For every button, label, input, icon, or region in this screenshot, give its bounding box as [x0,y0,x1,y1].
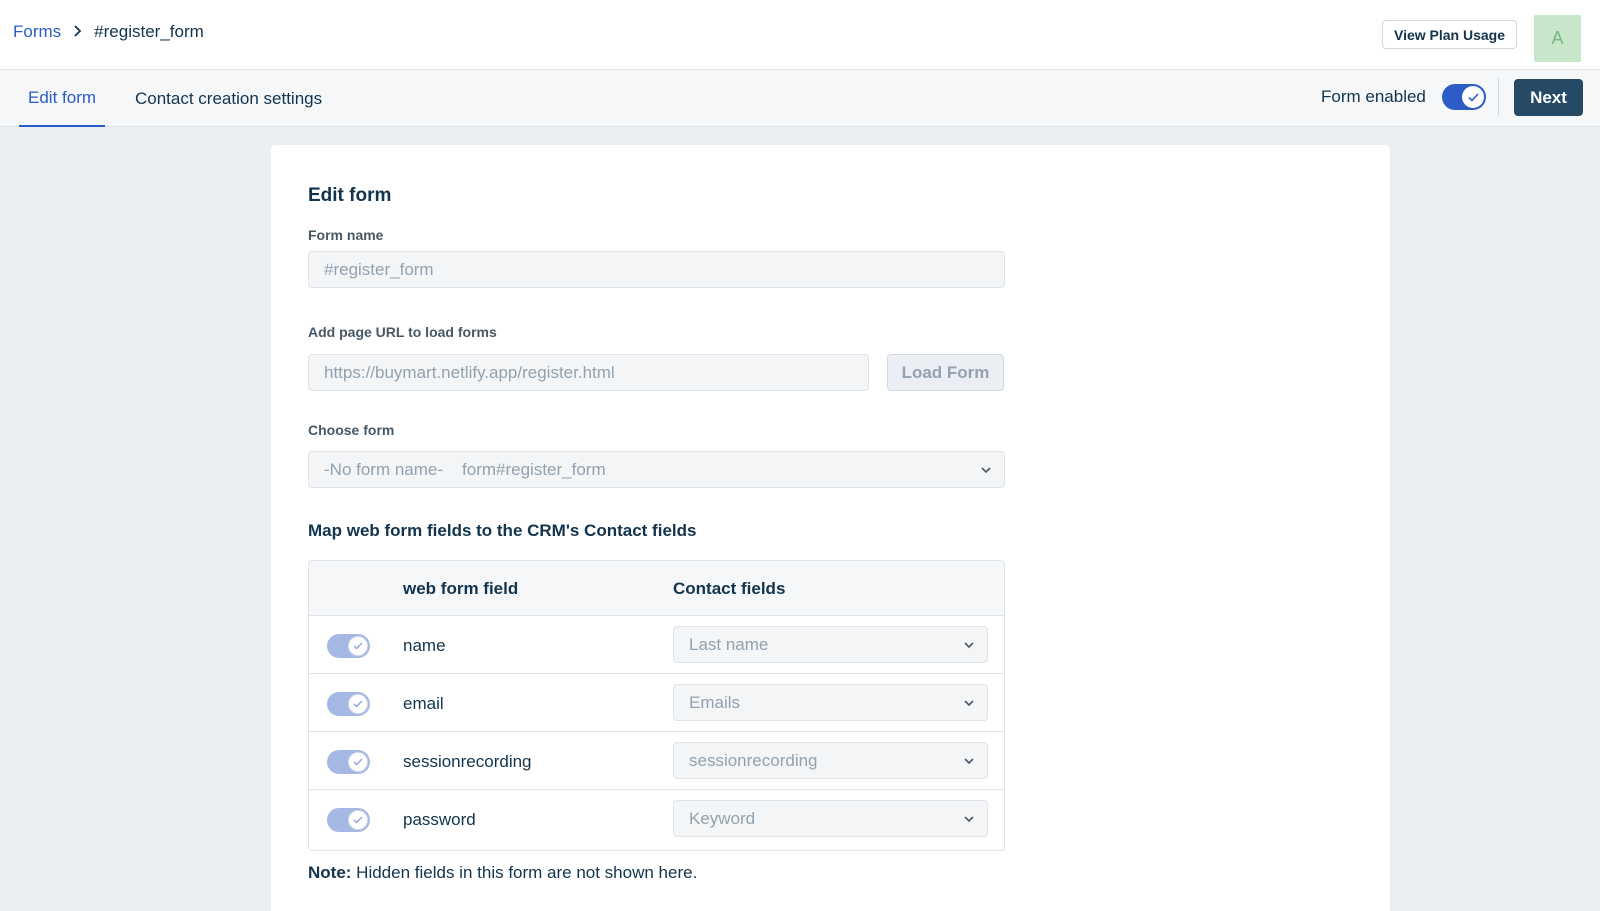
contact-field-select[interactable]: Keyword [673,800,988,837]
web-form-field-name: password [403,810,476,829]
top-bar: Forms #register_form View Plan Usage A [0,0,1600,70]
table-row: sessionrecording sessionrecording [309,732,1004,790]
contact-field-value: Emails [689,692,741,712]
tab-bar: Edit form Contact creation settings Form… [0,70,1600,127]
choose-form-select[interactable]: -No form name- form#register_form [308,451,1005,488]
check-icon [348,752,368,772]
choose-form-name: -No form name- [324,459,444,479]
table-header: web form field Contact fields [309,561,1004,616]
check-icon [348,636,368,656]
contact-field-value: Keyword [689,808,756,828]
form-name-label: Form name [308,227,384,243]
check-icon [1462,86,1484,108]
breadcrumb: Forms #register_form [13,22,204,42]
field-enable-toggle[interactable] [327,634,370,658]
chevron-right-icon [73,24,82,40]
form-enabled-toggle[interactable] [1442,84,1486,110]
chevron-down-icon [963,810,975,828]
divider [1498,78,1499,116]
col-web-form-field: web form field [403,579,519,598]
web-form-field-name: name [403,636,446,655]
col-contact-fields: Contact fields [673,579,786,598]
table-row: password Keyword [309,790,1004,848]
edit-form-card: Edit form Form name #register_form Add p… [271,145,1390,911]
url-label: Add page URL to load forms [308,324,497,340]
tab-edit-form[interactable]: Edit form [19,70,106,127]
contact-field-value: Last name [689,634,769,654]
web-form-field-name: email [403,694,444,713]
load-form-button[interactable]: Load Form [887,354,1004,391]
choose-form-id: form#register_form [462,459,606,479]
check-icon [348,810,368,830]
avatar[interactable]: A [1534,15,1581,62]
chevron-down-icon [963,636,975,654]
next-button[interactable]: Next [1514,79,1583,116]
tab-contact-creation-settings[interactable]: Contact creation settings [126,70,331,127]
contact-field-select[interactable]: Last name [673,626,988,663]
chevron-down-icon [963,752,975,770]
breadcrumb-forms-link[interactable]: Forms [13,22,61,42]
map-fields-heading: Map web form fields to the CRM's Contact… [308,521,697,540]
form-name-field[interactable]: #register_form [308,251,1005,288]
form-enabled-label: Form enabled [1321,87,1426,106]
contact-field-value: sessionrecording [689,750,818,770]
chevron-down-icon [963,694,975,712]
breadcrumb-current: #register_form [94,22,204,41]
page-url-field[interactable]: https://buymart.netlify.app/register.htm… [308,354,869,391]
page-title: Edit form [308,185,392,206]
view-plan-usage-button[interactable]: View Plan Usage [1382,20,1517,49]
note-text: Hidden fields in this form are not shown… [351,863,698,882]
table-row: name Last name [309,616,1004,674]
table-row: email Emails [309,674,1004,732]
note-label: Note: [308,863,352,882]
choose-form-label: Choose form [308,422,395,438]
web-form-field-name: sessionrecording [403,752,532,771]
field-mapping-table: web form field Contact fields name Last … [308,560,1005,851]
check-icon [348,694,368,714]
contact-field-select[interactable]: sessionrecording [673,742,988,779]
field-enable-toggle[interactable] [327,750,370,774]
contact-field-select[interactable]: Emails [673,684,988,721]
chevron-down-icon [980,461,992,479]
field-enable-toggle[interactable] [327,692,370,716]
field-enable-toggle[interactable] [327,808,370,832]
hidden-fields-note: Note: Hidden fields in this form are not… [308,863,697,883]
